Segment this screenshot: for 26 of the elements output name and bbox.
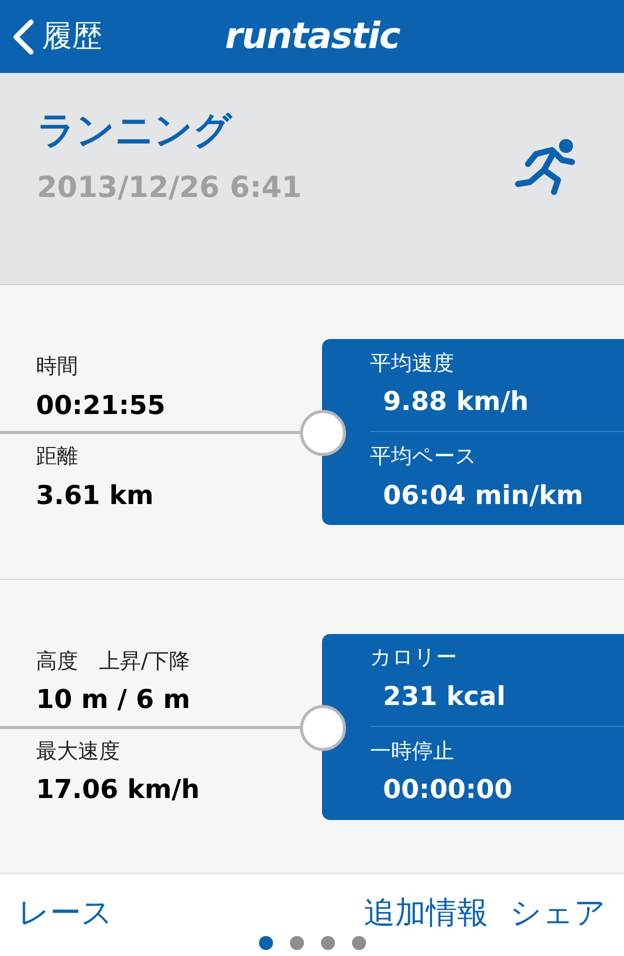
footer-button[interactable]: シェア	[510, 898, 606, 929]
footer-button[interactable]: 追加情報	[364, 898, 488, 929]
activity-date: 2013/12/26 6:41	[37, 173, 302, 202]
stat-value: 00:00:00	[382, 774, 514, 808]
stat-value: 06:04 min/km	[382, 480, 584, 513]
stat-label: 一時停止	[370, 738, 455, 765]
timeline-node	[300, 410, 346, 456]
stat-value: 00:21:55	[36, 390, 166, 423]
stat-value: 9.88 km/h	[382, 386, 530, 420]
stat-label: 高度 上昇/下降	[36, 648, 192, 675]
stat-label: 距離	[36, 443, 79, 470]
stat-value: 231 kcal	[382, 680, 506, 714]
race-button[interactable]: レース	[18, 898, 113, 929]
app-logo: runtastic	[225, 15, 400, 59]
stat-value: 3.61 km	[36, 480, 155, 513]
stat-label: 最大速度	[36, 738, 121, 765]
stat-label: カロリー	[370, 644, 458, 672]
stat-value: 10 m / 6 m	[36, 684, 192, 718]
stat-label: 時間	[36, 353, 79, 380]
activity-title: ランニング	[37, 111, 234, 149]
back-button[interactable]: 履歴	[12, 14, 102, 59]
timeline-node	[300, 705, 346, 751]
stat-label: 平均ペース	[370, 443, 478, 470]
stat-value: 17.06 km/h	[36, 774, 201, 808]
stat-label: 平均速度	[370, 350, 455, 377]
chevron-left-icon	[12, 18, 34, 54]
